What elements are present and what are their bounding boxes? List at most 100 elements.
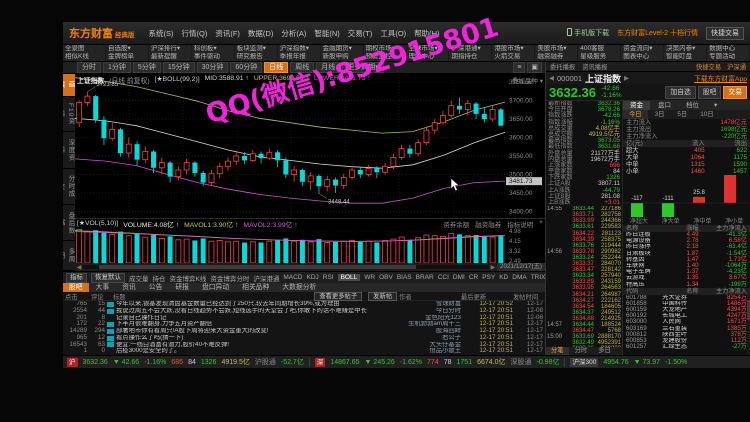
menu-item[interactable]: 行情(Q) [182, 28, 208, 39]
quick-trade-button[interactable]: 快捷交易 [706, 27, 744, 40]
post-author[interactable]: 雪球财富 [395, 301, 461, 308]
indicator-item[interactable]: CR [469, 274, 478, 281]
post-author[interactable]: 大头仔基金 [395, 342, 461, 349]
status-market-tag[interactable]: 深 [315, 358, 326, 367]
toolbar-chip[interactable]: 自选股▾金牌榜单 [106, 45, 149, 61]
kline-indicator[interactable]: [★BOLL(99,2)] [155, 75, 200, 85]
prev-symbol-arrow[interactable]: ◀ [549, 74, 554, 82]
period-tab[interactable]: 15分钟 [163, 62, 195, 73]
post-author[interactable]: 金色阳光123 [395, 315, 461, 322]
post-title[interactable]: 我说过周五不会大跌,没看日线趋势不会跌,短线选手的天堂会了吧,你敢下的话不难赚是… [116, 308, 393, 315]
funds-period-tab[interactable]: 5日 [671, 110, 693, 119]
period-tab[interactable]: 分时 [77, 62, 101, 73]
col-title[interactable]: 标题 [113, 292, 308, 301]
funds-period-tab[interactable]: 今日 [623, 110, 648, 119]
indicator-item[interactable]: CCI [438, 274, 449, 281]
broadcast-item[interactable]: 资讯播报 [582, 62, 607, 71]
guba-post-row[interactable]: 76515今年以来,银基发现清盘基金数量已经达到了250只,较去年同期增长39%… [63, 301, 545, 308]
broadcast-action[interactable]: 快捷交易 [696, 62, 721, 71]
indicator-item[interactable]: DMA [512, 274, 526, 281]
indicator-item[interactable]: 资金博弈K线 [170, 273, 207, 283]
col-updated[interactable]: 最后更新 [461, 292, 511, 301]
indicator-item[interactable]: 资金博弈分时 [210, 273, 249, 283]
indicator-item[interactable]: 持仓 [153, 273, 166, 283]
post-title[interactable]: 后疫3000是安全的了。 [116, 348, 393, 355]
status-market-tag[interactable]: 沪 [67, 358, 78, 367]
indicator-button[interactable]: 恢复默认 [91, 273, 125, 283]
col-author[interactable]: 作者 [399, 292, 459, 301]
indicator-item[interactable]: DMI [453, 274, 465, 281]
volume-link[interactable]: 融资融券 [475, 219, 501, 229]
stock-col-name[interactable]: 名称 [667, 288, 698, 295]
menu-item[interactable]: 交易(T) [348, 28, 373, 39]
post-title[interactable]: 部署地市你有看周只!A股下周将迎来大资金重大的改变! [116, 328, 393, 335]
funds-tab[interactable]: 档位 [679, 101, 706, 110]
toolbar-chip[interactable]: 科创板▾事件驱动 [192, 45, 235, 61]
toolbar-chip[interactable]: 沪深排行▾最新提醒 [149, 45, 192, 61]
rail-tab[interactable]: 深度资料 [63, 132, 75, 168]
period-tab[interactable]: 30分钟 [197, 62, 229, 73]
funds-period-tab[interactable]: 3日 [649, 110, 671, 119]
guba-post-row[interactable]: 2018记录自己操作日记金色阳光12312-17 20:5112-08 [63, 315, 545, 322]
rail-tab[interactable]: 画线 [63, 74, 75, 97]
post-title[interactable]: 便宜:一线白酒富有潜力,股价40不难反弹! [116, 342, 393, 349]
period-tab[interactable]: 1分钟 [103, 62, 131, 73]
scrollbar-track[interactable] [83, 265, 489, 269]
status-market-tag[interactable]: 沪深300 [570, 358, 598, 367]
indicator-item[interactable]: KD [499, 274, 508, 281]
post-author[interactable]: 恒品小散王 [395, 348, 461, 355]
funds-period-tab[interactable]: 10日 [694, 110, 719, 119]
next-symbol-arrow[interactable]: ▶ [624, 74, 629, 82]
quote-button-加自选[interactable]: 加自选 [665, 86, 695, 99]
toolbar-chip[interactable]: 数据中心专题活动 [707, 45, 750, 61]
menu-item[interactable]: 系统(S) [149, 28, 174, 39]
toolbar-chip[interactable]: 板块监测▾研究报告 [235, 45, 278, 61]
stock-col-flow[interactable]: 主力净流入 [699, 288, 747, 295]
guba-post-row[interactable]: 10后疫3000是安全的了。恒品小散王12-17 20:5112-17 [63, 348, 545, 355]
guba-post-row[interactable]: 14289294部署地市你有看周只!A股下周将迎来大资金重大的改变!股海回眸12… [63, 328, 545, 335]
quote-button-交易[interactable]: 交易 [723, 86, 747, 99]
new-post-button[interactable]: 发新帖 [368, 292, 397, 301]
post-title[interactable]: 今年以来,银基发现清盘基金数量已经达到了250只,较去年同期增长39%,或为理由 [116, 301, 393, 308]
indicator-item[interactable]: BRAR [416, 274, 434, 281]
period-row-icon[interactable]: ▣ [527, 62, 542, 73]
menu-item[interactable]: 数据(D) [248, 28, 273, 39]
rail-tab[interactable]: 多周期 [63, 241, 75, 271]
funds-tab[interactable]: 资金 [623, 101, 650, 110]
indicator-item[interactable]: OBV [379, 274, 393, 281]
menu-item[interactable]: 智能(N) [314, 28, 339, 39]
toolbar-chip[interactable]: 决策内参▾智能盯盘 [664, 45, 707, 61]
volume-link[interactable]: 资券余额 [443, 219, 469, 229]
volume-link[interactable]: 指标说明 [507, 219, 533, 229]
stock-row[interactable]: 601257汇绿生态-27万 [623, 344, 750, 350]
indicator-item[interactable]: MACD [283, 274, 302, 281]
indicator-item[interactable]: 沪深港通 [253, 273, 279, 283]
guba-post-row[interactable]: 96512看点操作么了吗(猜一下)右公子12-17 20:5112-17 [63, 335, 545, 342]
guba-post-row[interactable]: 255444我说过周五不会大跌,没看日线趋势不会跌,短线选手的天堂会了吧,你敢下… [63, 308, 545, 315]
rail-tab[interactable]: F10资料 [63, 97, 75, 133]
sector-col-name[interactable]: 名称 [626, 225, 667, 232]
broadcast-action[interactable]: 沪深通 [727, 62, 746, 71]
indicator-item[interactable]: WR [364, 274, 375, 281]
indicator-item[interactable]: 成交量 [129, 273, 149, 283]
indicator-button[interactable]: 指标 [66, 273, 87, 283]
guba-post-row[interactable]: 1654363便宜:一线白酒富有潜力,股价40不难反弹!大头仔基金12-17 2… [63, 342, 545, 349]
toolbar-chip[interactable]: 港股市场▾火箭交易 [492, 45, 535, 61]
menu-item[interactable]: 分析(A) [281, 28, 306, 39]
level2-link[interactable]: 东方财富Level-2 十档行情 [617, 28, 698, 38]
stock-col-code[interactable]: 代码 [626, 288, 667, 295]
toolbar-chip[interactable]: 400客服星级服务 [578, 45, 621, 61]
col-posted[interactable]: 发帖时间 [513, 292, 543, 301]
funds-tab-dropdown-icon[interactable]: ▾ [707, 101, 724, 110]
vol-indicator[interactable]: [★VOL(5,10)] [77, 219, 118, 229]
phone-download-link[interactable]: 手机版下载 [567, 28, 609, 38]
post-title[interactable]: 记录自己操作日记 [116, 315, 393, 322]
toolbar-chip[interactable]: 资金流向▾图表中心 [621, 45, 664, 61]
guba-post-row[interactable]: 17222下半月很难翻身,力争五月资产翻倍生机勃勃am周十三12-17 20:5… [63, 321, 545, 328]
col-comments[interactable]: 评论 [91, 292, 111, 301]
download-app-link[interactable]: 下载东方财富App [694, 73, 747, 83]
time-sales-tab[interactable]: 分笔 [546, 347, 569, 355]
toolbar-chip[interactable]: 美股市场▾融资融券 [535, 45, 578, 61]
close-icon[interactable]: × [539, 219, 543, 229]
indicator-item[interactable]: PSY [482, 274, 495, 281]
